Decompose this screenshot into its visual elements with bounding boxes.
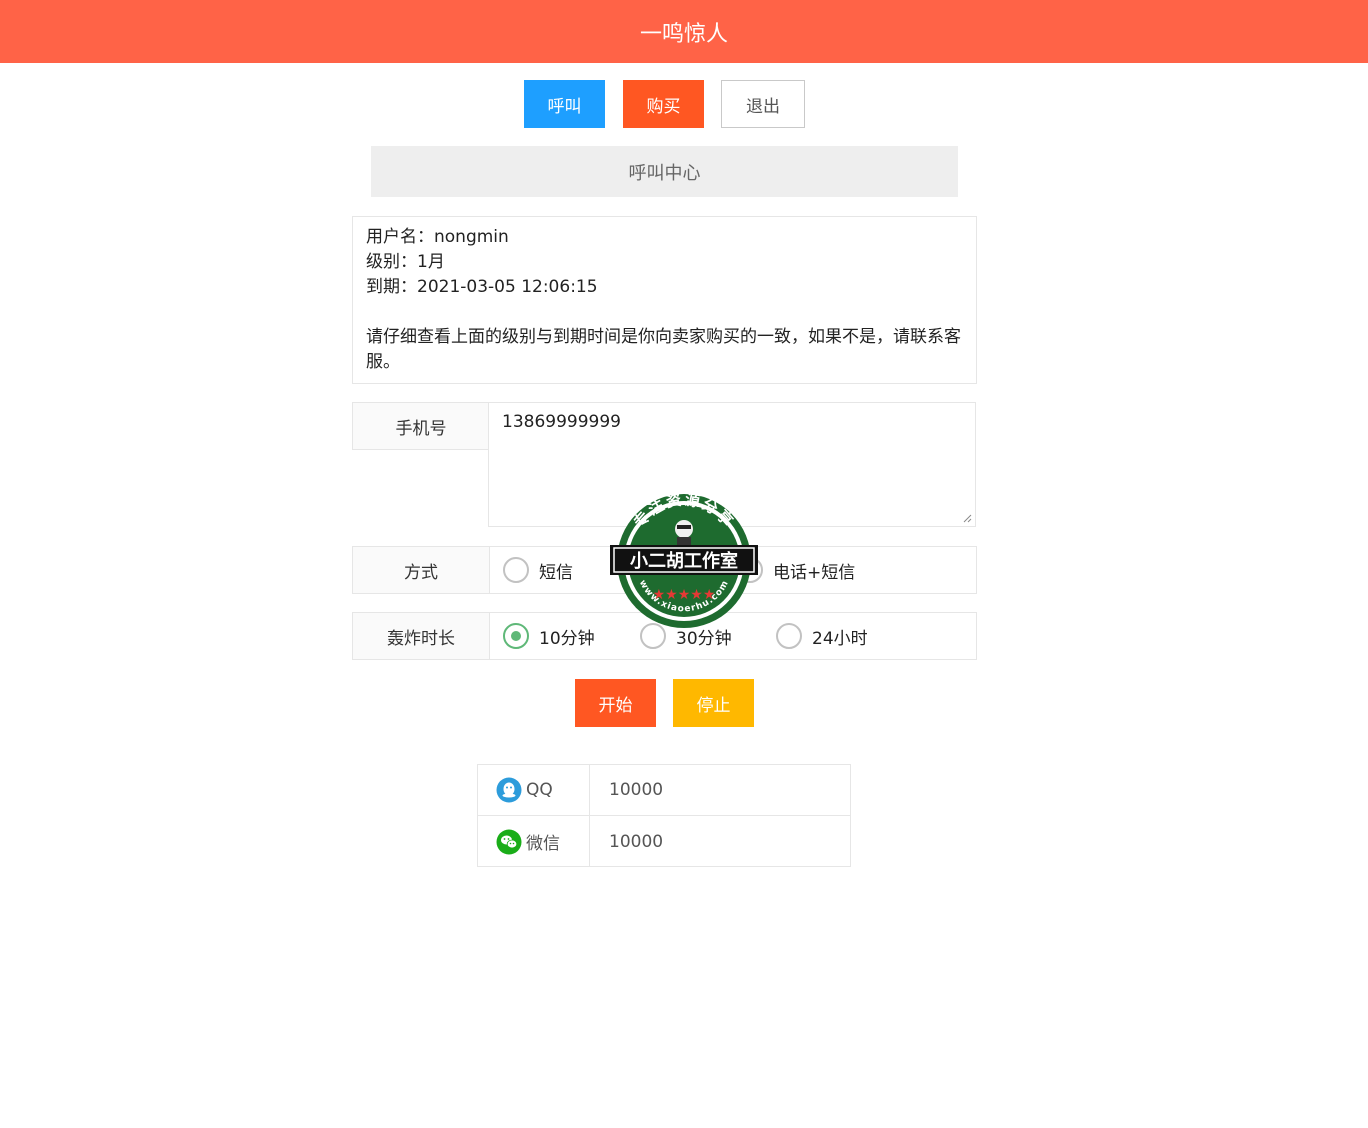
level-value: 1月 xyxy=(417,252,445,272)
phone-value: 13869999999 xyxy=(502,412,621,432)
contact-value-wechat: 10000 xyxy=(609,831,664,852)
exit-button[interactable]: 退出 xyxy=(721,80,805,128)
radio-checked-icon[interactable] xyxy=(503,623,529,649)
contact-label-wechat: 微信 xyxy=(478,816,590,867)
page-header: 一鸣惊人 xyxy=(0,0,1368,63)
expiry-label: 到期： xyxy=(366,277,417,297)
watermark-center-text: 小二胡工作室 xyxy=(630,550,738,572)
level-label: 级别： xyxy=(366,252,417,272)
expiry-value: 2021-03-05 12:06:15 xyxy=(417,277,598,297)
radio-circle-icon[interactable] xyxy=(503,557,529,583)
mode-option-sms-label: 短信 xyxy=(539,562,573,583)
stop-button[interactable]: 停止 xyxy=(673,679,754,727)
username-label: 用户名： xyxy=(366,227,434,247)
resize-grip-icon[interactable] xyxy=(963,514,972,523)
username-value: nongmin xyxy=(434,227,509,247)
username-line: 用户名：nongmin xyxy=(366,225,963,250)
duration-label: 轰炸时长 xyxy=(353,613,490,659)
mode-option-call-sms-label: 电话+短信 xyxy=(773,562,856,583)
svg-text:★★★★★: ★★★★★ xyxy=(653,587,716,603)
level-line: 级别：1月 xyxy=(366,250,963,275)
radio-circle-icon[interactable] xyxy=(776,623,802,649)
wechat-icon xyxy=(496,829,522,854)
duration-option-24h-label: 24小时 xyxy=(812,628,868,649)
contact-label-qq: QQ xyxy=(478,765,590,815)
account-notice: 请仔细查看上面的级别与到期时间是你向卖家购买的一致，如果不是，请联系客服。 xyxy=(366,327,961,372)
contact-value-qq: 10000 xyxy=(609,780,664,800)
start-button[interactable]: 开始 xyxy=(575,679,656,727)
mode-label: 方式 xyxy=(353,547,490,593)
expiry-line: 到期：2021-03-05 12:06:15 xyxy=(366,275,963,300)
duration-option-10min-label: 10分钟 xyxy=(539,628,595,649)
section-title-text: 呼叫中心 xyxy=(628,162,701,184)
qq-icon xyxy=(496,777,522,803)
section-title: 呼叫中心 xyxy=(371,146,958,197)
phone-label: 手机号 xyxy=(352,402,489,450)
mode-option-sms[interactable]: 短信 xyxy=(503,547,573,593)
watermark-seal: 专注资源分享 www.xiaoerhu.com 小二胡工作室 ★★★★★ xyxy=(610,491,758,628)
buy-button[interactable]: 购买 xyxy=(623,80,704,128)
duration-option-24h[interactable]: 24小时 xyxy=(776,613,868,659)
contact-row-qq: QQ 10000 xyxy=(478,765,850,816)
page-title: 一鸣惊人 xyxy=(639,21,728,47)
contact-label-qq-text: QQ xyxy=(526,780,553,800)
contact-label-wechat-text: 微信 xyxy=(526,834,560,854)
contact-table: QQ 10000 微信 10000 xyxy=(477,764,851,867)
duration-option-10min[interactable]: 10分钟 xyxy=(503,613,595,659)
account-info-box: 用户名：nongmin 级别：1月 到期：2021-03-05 12:06:15… xyxy=(352,216,977,384)
call-button[interactable]: 呼叫 xyxy=(524,80,605,128)
contact-row-wechat: 微信 10000 xyxy=(478,816,850,867)
